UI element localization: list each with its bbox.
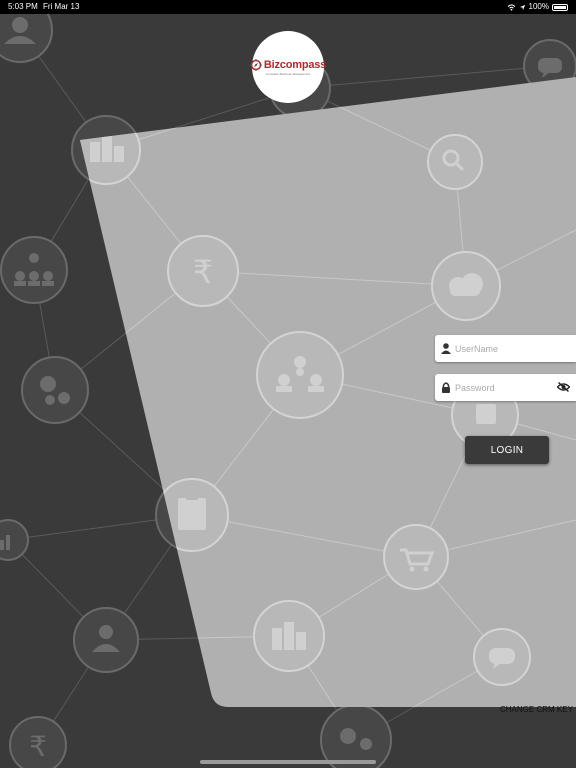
compass-icon: [249, 58, 262, 71]
logo-mark: Bizcompass: [249, 58, 327, 71]
status-bar: 5:03 PM Fri Mar 13 100%: [0, 0, 576, 14]
location-icon: [519, 4, 525, 10]
password-field[interactable]: [435, 374, 576, 401]
user-icon: [441, 343, 451, 354]
logo-tagline: Complete Business Management: [265, 71, 311, 76]
status-time: 5:03 PM: [8, 2, 38, 11]
wifi-icon: [507, 3, 515, 11]
eye-slash-icon[interactable]: [557, 382, 570, 392]
password-input[interactable]: [455, 374, 555, 401]
lock-icon: [442, 382, 450, 393]
home-indicator[interactable]: [200, 760, 376, 764]
battery-percent: 100%: [528, 2, 549, 11]
login-button[interactable]: LOGIN: [465, 436, 549, 464]
brand-logo: Bizcompass Complete Business Management: [249, 31, 327, 103]
status-right: 100%: [507, 0, 568, 14]
status-date: Fri Mar 13: [43, 2, 80, 11]
battery-icon: [552, 3, 568, 11]
username-field[interactable]: [435, 335, 576, 362]
change-crm-key-link[interactable]: CHANGE CRM KEY: [500, 705, 573, 714]
svg-text:₹: ₹: [29, 730, 47, 763]
logo-text: Bizcompass: [263, 58, 327, 71]
username-input[interactable]: [455, 335, 555, 362]
rupee-icon: ₹: [29, 730, 47, 763]
